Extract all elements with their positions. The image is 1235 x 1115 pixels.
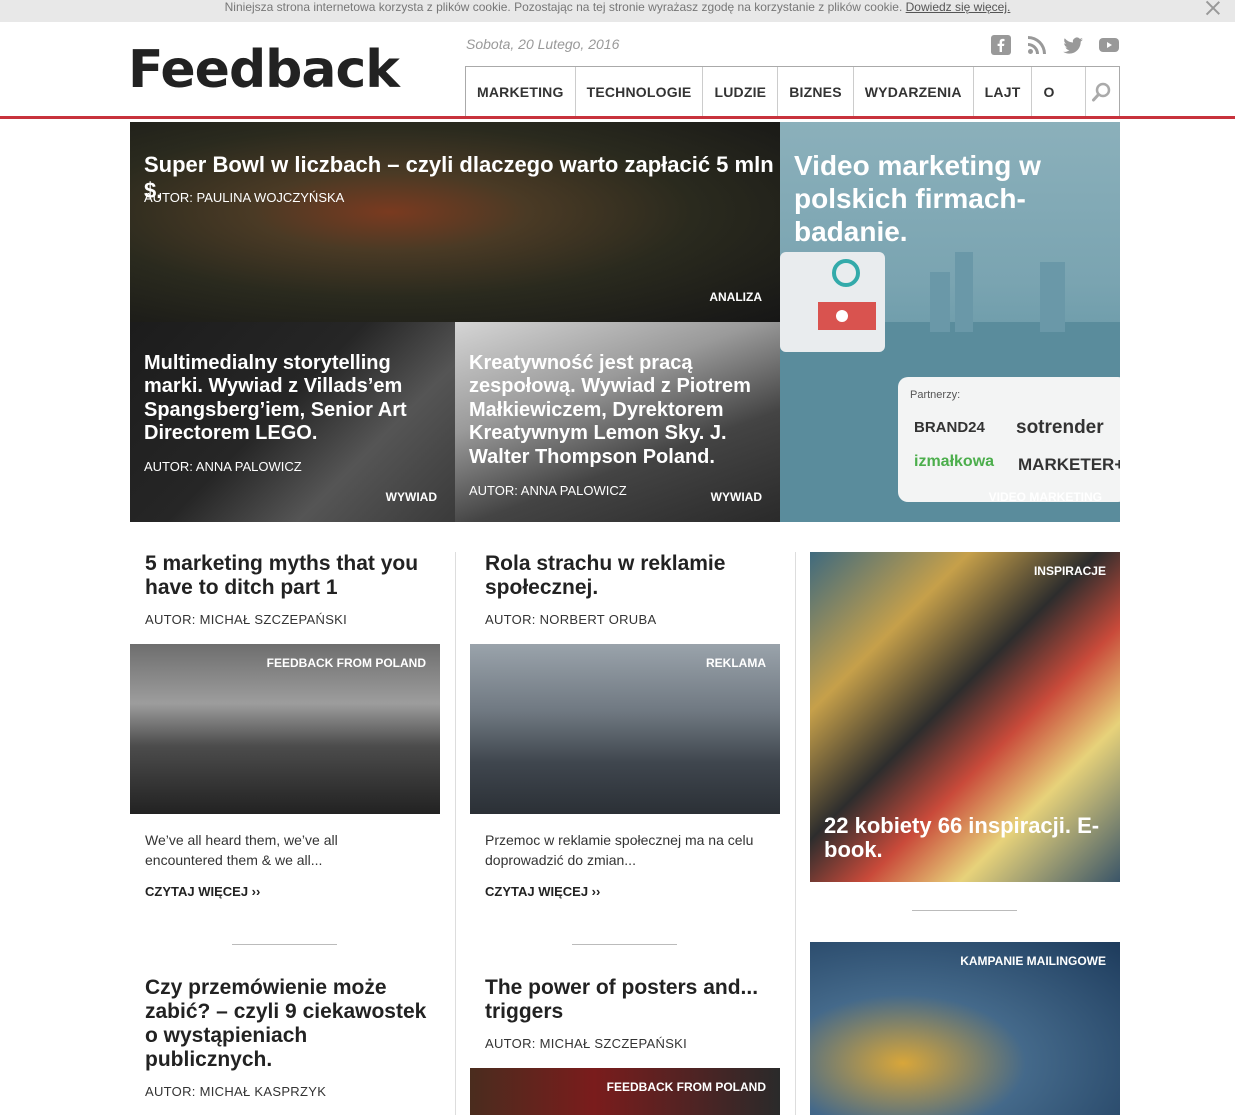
- article-author: AUTOR: ANNA PALOWICZ: [469, 483, 627, 498]
- close-icon[interactable]: [1205, 0, 1221, 16]
- current-date: Sobota, 20 Lutego, 2016: [466, 36, 620, 52]
- category-badge[interactable]: KAMPANIE MAILINGOWE: [960, 954, 1106, 968]
- category-badge[interactable]: FEEDBACK FROM POLAND: [267, 656, 426, 670]
- hero-main-article[interactable]: Super Bowl w liczbach – czyli dlaczego w…: [130, 122, 780, 322]
- header-divider: [0, 116, 1235, 119]
- category-badge[interactable]: FEEDBACK FROM POLAND: [607, 1080, 766, 1094]
- article-title[interactable]: Kreatywność jest pracą zespołową. Wywiad…: [469, 352, 759, 469]
- cookie-more-link[interactable]: Dowiedz się więcej.: [906, 0, 1011, 14]
- main-nav: MARKETING TECHNOLOGIE LUDZIE BIZNES WYDA…: [465, 66, 1120, 150]
- nav-item-o-nas[interactable]: O NAS: [1032, 67, 1086, 150]
- article-title[interactable]: 22 kobiety 66 inspiracji. E-book.: [824, 814, 1120, 862]
- cookie-bar: Niniejsza strona internetowa korzysta z …: [0, 0, 1235, 22]
- article-title[interactable]: 5 marketing myths that you have to ditch…: [145, 552, 435, 600]
- partners-box: Partnerzy: BRAND24 sotrender izmałkowa M…: [898, 377, 1120, 502]
- category-badge[interactable]: INSPIRACJE: [1034, 564, 1106, 578]
- cookie-text: Niniejsza strona internetowa korzysta z …: [224, 0, 903, 14]
- article-author: AUTOR: ANNA PALOWICZ: [144, 459, 302, 474]
- twitter-icon[interactable]: [1062, 34, 1084, 56]
- social-links: [990, 34, 1120, 56]
- article-title[interactable]: Rola strachu w reklamie społecznej.: [485, 552, 775, 600]
- article-image[interactable]: INSPIRACJE 22 kobiety 66 inspiracji. E-b…: [810, 552, 1120, 882]
- hero-mid-article[interactable]: Kreatywność jest pracą zespołową. Wywiad…: [455, 322, 780, 522]
- nav-item-marketing[interactable]: MARKETING: [466, 67, 576, 117]
- article-title[interactable]: Video marketing w polskich firmach- bada…: [794, 150, 1064, 248]
- article-image[interactable]: REKLAMA: [470, 644, 780, 814]
- partner-logo: izmałkowa: [914, 453, 995, 470]
- article-title[interactable]: The power of posters and... triggers: [485, 976, 775, 1024]
- category-badge[interactable]: REKLAMA: [706, 656, 766, 670]
- column-divider: [795, 552, 796, 1115]
- article-image[interactable]: FEEDBACK FROM POLAND: [470, 1068, 780, 1115]
- read-more-link[interactable]: CZYTAJ WIĘCEJ ››: [145, 884, 260, 899]
- article-title[interactable]: Czy przemówienie może zabić? – czyli 9 c…: [145, 976, 435, 1072]
- partners-label: Partnerzy:: [910, 389, 961, 401]
- partner-logo: BRAND24: [914, 419, 985, 436]
- article-excerpt: We’ve all heard them, we’ve all encounte…: [145, 832, 338, 869]
- category-badge[interactable]: VIDEO MARKETING: [989, 490, 1102, 504]
- partner-logo: MARKETER+: [1018, 455, 1120, 474]
- article-image[interactable]: FEEDBACK FROM POLAND: [130, 644, 440, 814]
- category-badge[interactable]: WYWIAD: [386, 490, 437, 504]
- site-logo[interactable]: Feedback: [128, 40, 400, 100]
- nav-item-biznes[interactable]: BIZNES: [778, 67, 854, 117]
- article-image[interactable]: KAMPANIE MAILINGOWE: [810, 942, 1120, 1115]
- category-badge[interactable]: ANALIZA: [709, 290, 762, 304]
- article-author: AUTOR: MICHAŁ KASPRZYK: [145, 1084, 327, 1099]
- youtube-icon[interactable]: [1098, 34, 1120, 56]
- rss-icon[interactable]: [1026, 34, 1048, 56]
- hero-side-article[interactable]: Video marketing w polskich firmach- bada…: [780, 122, 1120, 522]
- facebook-icon[interactable]: [990, 34, 1012, 56]
- article-author: AUTOR: MICHAŁ SZCZEPAŃSKI: [145, 612, 348, 627]
- article-excerpt: Przemoc w reklamie społecznej ma na celu…: [485, 832, 754, 869]
- search-icon[interactable]: [1086, 67, 1119, 117]
- nav-item-ludzie[interactable]: LUDZIE: [703, 67, 779, 117]
- column-divider: [455, 552, 456, 1115]
- article-title[interactable]: Multimedialny storytelling marki. Wywiad…: [144, 352, 414, 446]
- nav-item-wydarzenia[interactable]: WYDARZENIA: [854, 67, 974, 117]
- partner-logo: sotrender: [1016, 417, 1104, 438]
- article-author: AUTOR: NORBERT ORUBA: [485, 612, 657, 627]
- divider: [912, 910, 1017, 911]
- article-author: AUTOR: MICHAŁ SZCZEPAŃSKI: [485, 1036, 688, 1051]
- nav-item-lajt[interactable]: LAJT: [974, 67, 1033, 117]
- read-more-link[interactable]: CZYTAJ WIĘCEJ ››: [485, 884, 600, 899]
- nav-item-technologie[interactable]: TECHNOLOGIE: [576, 67, 704, 117]
- article-author: AUTOR: PAULINA WOJCZYŃSKA: [144, 190, 345, 205]
- divider: [232, 944, 337, 945]
- divider: [572, 944, 677, 945]
- hero-left-article[interactable]: Multimedialny storytelling marki. Wywiad…: [130, 322, 455, 522]
- category-badge[interactable]: WYWIAD: [711, 490, 762, 504]
